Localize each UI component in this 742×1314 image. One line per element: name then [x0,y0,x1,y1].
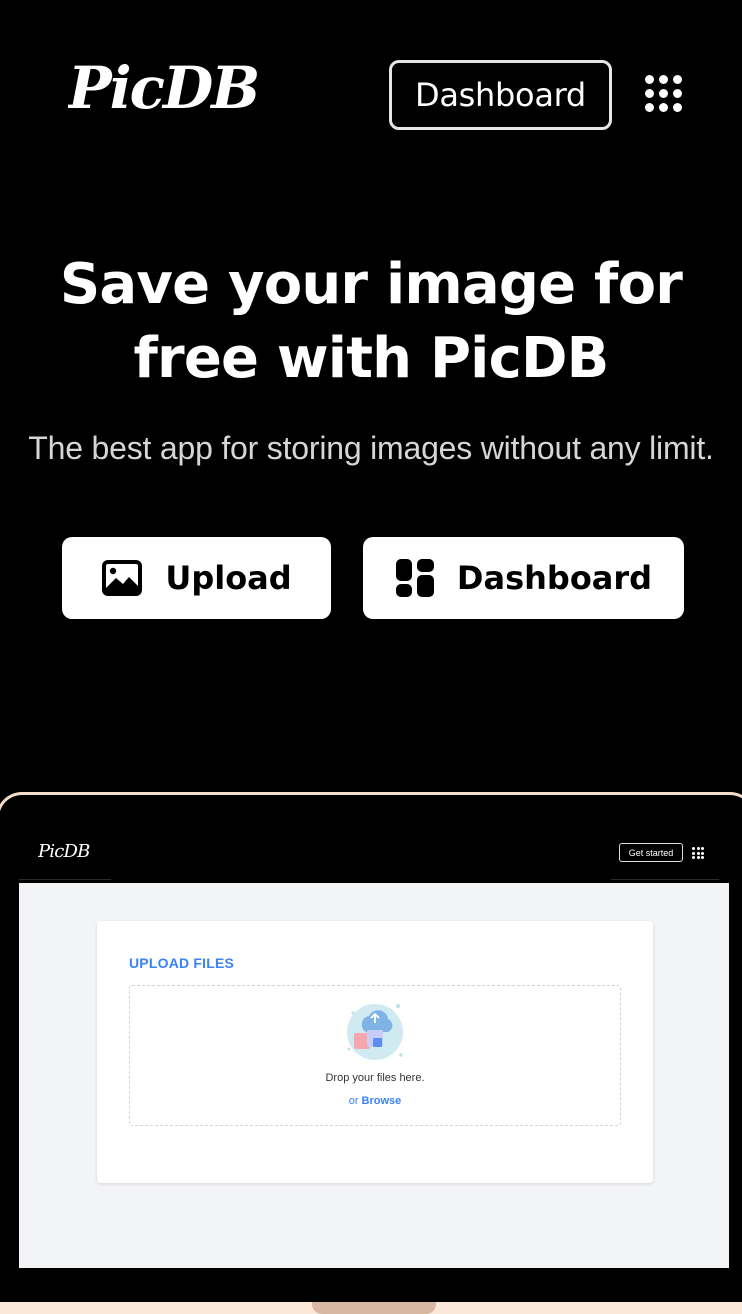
svg-text:PicDB: PicDB [38,841,90,862]
drop-files-text: Drop your files here. [325,1072,425,1084]
hero-subtitle: The best app for storing images without … [28,430,714,466]
hero-title-line-2: free with PicDB [133,326,609,391]
hero-title: Save your image for free with PicDB [0,248,742,396]
dashboard-label: Dashboard [456,559,653,597]
upload-label: Upload [165,559,292,597]
upload-files-title: UPLOAD FILES [129,955,235,971]
laptop-notch [312,1302,436,1314]
mockup-divider-right [611,879,719,880]
dashboard-icon [395,559,434,597]
dashboard-button[interactable]: Dashboard [363,537,684,619]
picdb-logo[interactable]: PicDB [68,48,264,124]
mockup-logo: PicDB [38,841,91,862]
browse-line: or Browse [129,1095,621,1107]
browse-link: Browse [361,1095,402,1107]
cloud-upload-icon [347,1003,403,1060]
mockup-grid-icon [692,847,704,859]
mockup-divider-left [19,879,111,880]
upload-button[interactable]: Upload [62,537,331,619]
header-dashboard-button[interactable]: Dashboard [389,60,612,130]
mockup-get-started-button: Get started [619,843,683,862]
image-icon [102,560,143,596]
hero-title-line-1: Save your image for [59,252,683,317]
or-text: or [348,1095,359,1107]
grid-dots-icon[interactable] [644,74,684,114]
svg-text:PicDB: PicDB [68,54,258,122]
